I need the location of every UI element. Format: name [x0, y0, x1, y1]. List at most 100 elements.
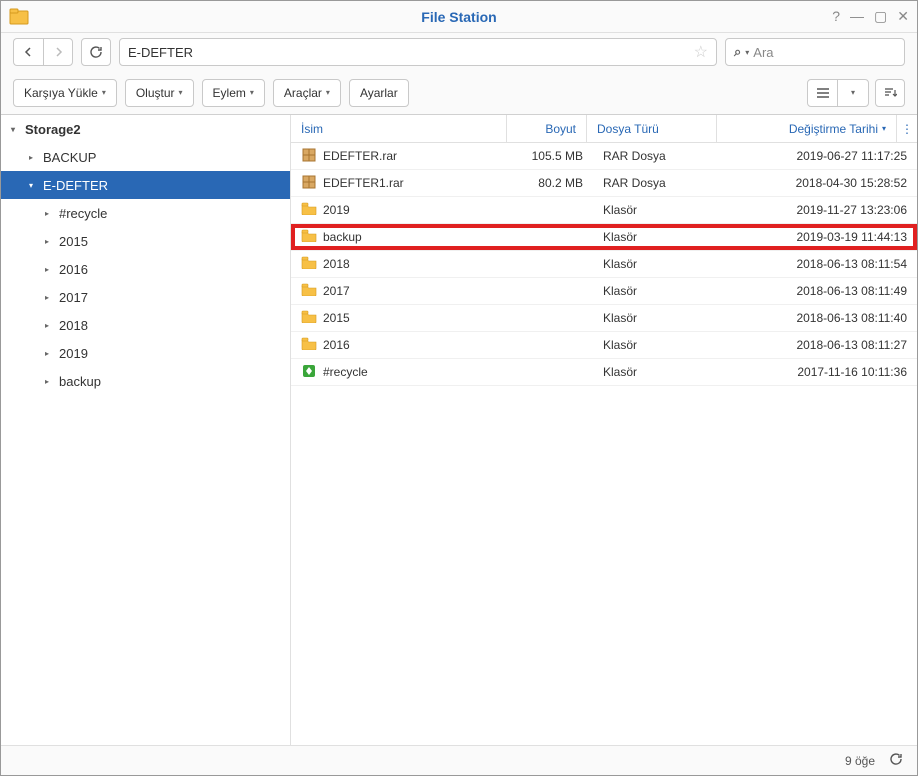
file-type: Klasör: [593, 338, 723, 352]
file-panel: İsim Boyut Dosya Türü Değiştirme Tarihi▾…: [291, 115, 917, 745]
file-size: 105.5 MB: [513, 149, 593, 163]
chevron-down-icon: ▾: [102, 88, 106, 97]
recycle-icon: [301, 363, 317, 382]
tree-item[interactable]: ▸BACKUP: [1, 143, 290, 171]
file-row[interactable]: 2019Klasör2019-11-27 13:23:06: [291, 197, 917, 224]
create-button[interactable]: Oluştur▾: [125, 79, 194, 107]
tools-button[interactable]: Araçlar▾: [273, 79, 341, 107]
file-type: Klasör: [593, 257, 723, 271]
chevron-down-icon: ▾: [326, 88, 330, 97]
settings-button[interactable]: Ayarlar: [349, 79, 409, 107]
folder-icon: [301, 310, 317, 326]
archive-icon: [301, 174, 317, 193]
tree-item-label: backup: [59, 374, 101, 389]
tree-root[interactable]: ▾ Storage2: [1, 115, 290, 143]
file-name: EDEFTER.rar: [323, 149, 397, 163]
chevron-down-icon: ▾: [851, 88, 855, 97]
tree-item[interactable]: ▸2017: [1, 283, 290, 311]
column-size[interactable]: Boyut: [507, 115, 587, 142]
file-date: 2018-06-13 08:11:49: [723, 284, 917, 298]
tree-item-label: 2016: [59, 262, 88, 277]
file-size: 80.2 MB: [513, 176, 593, 190]
file-row[interactable]: #recycleKlasör2017-11-16 10:11:36: [291, 359, 917, 386]
folder-icon: [301, 283, 317, 299]
search-input[interactable]: ⌕ ▾ Ara: [725, 38, 905, 66]
view-list-button[interactable]: [808, 80, 838, 106]
file-name: #recycle: [323, 365, 368, 379]
column-type[interactable]: Dosya Türü: [587, 115, 717, 142]
app-icon: [9, 7, 29, 27]
folder-icon: [301, 229, 317, 245]
file-list: EDEFTER.rar105.5 MBRAR Dosya2019-06-27 1…: [291, 143, 917, 745]
file-row[interactable]: 2016Klasör2018-06-13 08:11:27: [291, 332, 917, 359]
back-button[interactable]: [13, 38, 43, 66]
help-icon[interactable]: ?: [832, 8, 840, 25]
sidebar: ▾ Storage2 ▸BACKUP▾E-DEFTER▸#recycle▸201…: [1, 115, 291, 745]
tree-item-label: #recycle: [59, 206, 107, 221]
file-date: 2018-06-13 08:11:27: [723, 338, 917, 352]
refresh-icon[interactable]: [889, 752, 903, 769]
file-name: 2018: [323, 257, 350, 271]
chevron-right-icon: ▸: [29, 153, 43, 162]
file-date: 2019-03-19 11:44:13: [723, 230, 917, 244]
tree-item[interactable]: ▸2018: [1, 311, 290, 339]
file-name: 2019: [323, 203, 350, 217]
chevron-down-icon: ▾: [179, 88, 183, 97]
chevron-right-icon: ▸: [45, 321, 59, 330]
tree-item-label: 2017: [59, 290, 88, 305]
favorite-icon[interactable]: ☆: [694, 42, 708, 62]
file-date: 2018-04-30 15:28:52: [723, 176, 917, 190]
tree-item[interactable]: ▸backup: [1, 367, 290, 395]
path-input[interactable]: E-DEFTER ☆: [119, 38, 717, 66]
tree-item-label: BACKUP: [43, 150, 96, 165]
view-dropdown-button[interactable]: ▾: [838, 80, 868, 106]
tree-item[interactable]: ▸2016: [1, 255, 290, 283]
tree-item-label: 2015: [59, 234, 88, 249]
maximize-icon[interactable]: ▢: [874, 8, 887, 25]
file-name: 2017: [323, 284, 350, 298]
sort-button[interactable]: [875, 79, 905, 107]
chevron-right-icon: ▸: [45, 237, 59, 246]
tree-item[interactable]: ▸2015: [1, 227, 290, 255]
file-row[interactable]: 2018 Klasör2018-06-13 08:11:54: [291, 251, 917, 278]
titlebar: File Station ? — ▢ ✕: [1, 1, 917, 33]
tree-item-label: 2019: [59, 346, 88, 361]
chevron-down-icon: ▾: [250, 88, 254, 97]
chevron-right-icon: ▸: [45, 377, 59, 386]
file-row[interactable]: EDEFTER1.rar80.2 MBRAR Dosya2018-04-30 1…: [291, 170, 917, 197]
file-date: 2018-06-13 08:11:54: [723, 257, 917, 271]
file-row[interactable]: EDEFTER.rar105.5 MBRAR Dosya2019-06-27 1…: [291, 143, 917, 170]
column-name[interactable]: İsim: [291, 115, 507, 142]
chevron-down-icon: ▾: [882, 124, 886, 133]
action-button[interactable]: Eylem▾: [202, 79, 265, 107]
file-type: Klasör: [593, 284, 723, 298]
chevron-down-icon: ▾: [745, 48, 749, 57]
chevron-right-icon: ▸: [45, 209, 59, 218]
refresh-button[interactable]: [81, 38, 111, 66]
close-icon[interactable]: ✕: [897, 8, 909, 25]
column-modified[interactable]: Değiştirme Tarihi▾: [717, 115, 897, 142]
statusbar: 9 öğe: [1, 745, 917, 775]
folder-icon: [301, 256, 317, 272]
minimize-icon[interactable]: —: [850, 8, 864, 25]
forward-button[interactable]: [43, 38, 73, 66]
file-row[interactable]: 2015Klasör2018-06-13 08:11:40: [291, 305, 917, 332]
file-row[interactable]: backup Klasör2019-03-19 11:44:13: [291, 224, 917, 251]
file-type: Klasör: [593, 230, 723, 244]
column-more[interactable]: ⋮: [897, 115, 917, 142]
path-text: E-DEFTER: [128, 45, 193, 60]
upload-button[interactable]: Karşıya Yükle▾: [13, 79, 117, 107]
tree-item[interactable]: ▸2019: [1, 339, 290, 367]
tree-item[interactable]: ▾E-DEFTER: [1, 171, 290, 199]
file-name: backup: [323, 230, 362, 244]
archive-icon: [301, 147, 317, 166]
tree-item[interactable]: ▸#recycle: [1, 199, 290, 227]
folder-icon: [301, 337, 317, 353]
file-type: Klasör: [593, 365, 723, 379]
window-title: File Station: [1, 9, 917, 25]
file-type: Klasör: [593, 203, 723, 217]
file-row[interactable]: 2017 Klasör2018-06-13 08:11:49: [291, 278, 917, 305]
folder-icon: [301, 202, 317, 218]
chevron-down-icon: ▾: [29, 181, 43, 190]
toolbar: Karşıya Yükle▾ Oluştur▾ Eylem▾ Araçlar▾ …: [1, 71, 917, 115]
